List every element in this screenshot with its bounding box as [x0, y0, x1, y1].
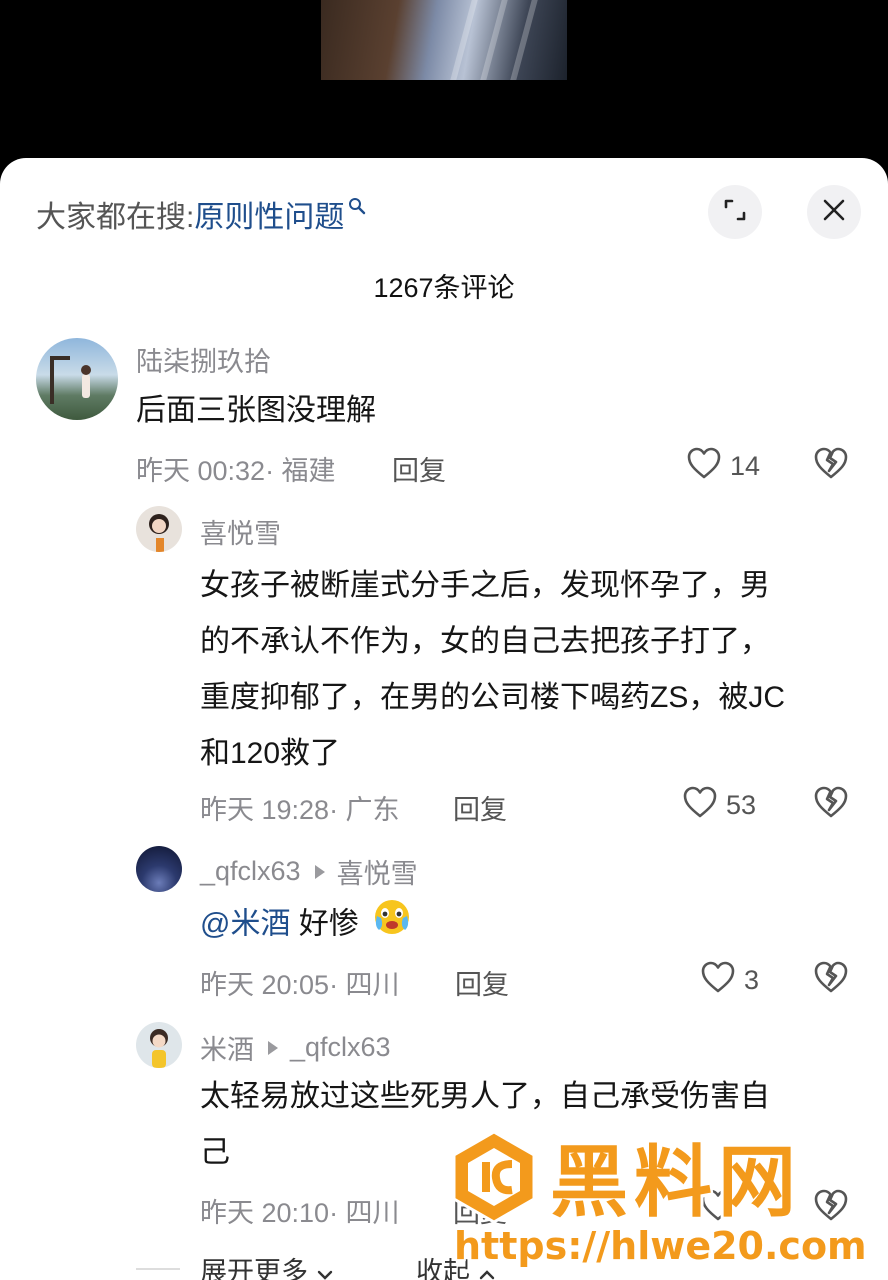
- reply-to-username[interactable]: _qfclx63: [290, 1032, 391, 1063]
- comment-text-line: 女孩子被断崖式分手之后，发现怀孕了，男: [200, 569, 770, 602]
- comment-text-line: 的不承认不作为，女的自己去把孩子打了，: [200, 625, 770, 658]
- like-button[interactable]: 14: [686, 446, 760, 487]
- replies-toggle-row: 展开更多 收起: [136, 1248, 886, 1280]
- comment-text-line: 太轻易放过这些死男人了，自己承受伤害自: [200, 1080, 770, 1113]
- comment-text: 后面三张图没理解: [136, 394, 376, 427]
- chevron-up-icon: [478, 1257, 496, 1280]
- like-button[interactable]: 53: [682, 785, 756, 826]
- expand-more-button[interactable]: 展开更多: [200, 1250, 334, 1280]
- video-player[interactable]: [0, 0, 888, 175]
- like-button[interactable]: [700, 1188, 736, 1229]
- comment-username[interactable]: 米酒: [200, 1028, 254, 1067]
- search-icon: [348, 189, 366, 223]
- avatar[interactable]: [136, 1022, 182, 1068]
- comment-username[interactable]: 陆柒捌玖拾: [136, 340, 271, 379]
- avatar[interactable]: [36, 338, 118, 420]
- comment-username[interactable]: _qfclx63: [200, 856, 301, 887]
- trending-search-prefix: 大家都在搜:: [36, 201, 195, 234]
- comment-text-line: 重度抑郁了，在男的公司楼下喝药ZS，被JC: [200, 681, 785, 714]
- comment-username[interactable]: 喜悦雪: [200, 512, 281, 551]
- collapse-label: 收起: [416, 1257, 470, 1280]
- comment-text-line: 和120救了: [200, 737, 341, 770]
- reply-to-username[interactable]: 喜悦雪: [337, 852, 418, 891]
- video-frame: [321, 0, 567, 80]
- comments-sheet: 大家都在搜: 原则性问题 1267条评论 陆柒捌玖拾 后面三张图没理解 昨天 0…: [0, 158, 888, 1280]
- avatar[interactable]: [136, 846, 182, 892]
- broken-heart-icon: [812, 786, 850, 823]
- comment-text-line: 己: [200, 1136, 230, 1169]
- dislike-button[interactable]: [812, 785, 850, 824]
- comment-meta: 昨天 20:10· 四川: [200, 1198, 400, 1228]
- dislike-button[interactable]: [812, 1188, 850, 1227]
- heart-icon: [700, 960, 736, 1001]
- chevron-down-icon: [316, 1257, 334, 1280]
- reply-button[interactable]: 回复: [453, 1191, 507, 1230]
- mention-link[interactable]: @米酒: [200, 907, 290, 940]
- trending-search[interactable]: 大家都在搜: 原则性问题: [36, 192, 366, 236]
- like-count: 53: [726, 790, 757, 820]
- broken-heart-icon: [812, 447, 850, 484]
- crying-emoji-icon: [371, 896, 413, 955]
- dislike-button[interactable]: [812, 960, 850, 999]
- close-icon: [821, 197, 847, 228]
- broken-heart-icon: [812, 961, 850, 998]
- comment-text: 好惨: [298, 907, 359, 941]
- comment-meta: 昨天 19:28· 广东: [200, 795, 400, 825]
- heart-icon: [682, 785, 718, 826]
- expand-button[interactable]: [708, 185, 762, 239]
- collapse-button[interactable]: 收起: [416, 1250, 496, 1280]
- comment-username-row: 米酒 _qfclx63: [200, 1028, 391, 1067]
- avatar[interactable]: [136, 506, 182, 552]
- expand-more-label: 展开更多: [200, 1257, 308, 1280]
- reply-arrow-icon: [314, 864, 325, 879]
- comment-meta: 昨天 20:05· 四川: [200, 970, 400, 1000]
- comment-meta: 昨天 00:32· 福建: [136, 456, 336, 486]
- heart-icon: [700, 1188, 736, 1229]
- trending-search-term[interactable]: 原则性问题: [194, 192, 344, 236]
- heart-icon: [686, 446, 722, 487]
- comment-count: 1267条评论: [373, 273, 515, 303]
- divider: [136, 1268, 180, 1270]
- broken-heart-icon: [812, 1189, 850, 1226]
- close-button[interactable]: [807, 185, 861, 239]
- comment-username-row: _qfclx63 喜悦雪: [200, 852, 418, 891]
- like-count: 3: [744, 965, 760, 995]
- reply-button[interactable]: 回复: [453, 788, 507, 827]
- reply-button[interactable]: 回复: [455, 963, 509, 1002]
- comment-text-row: @米酒 好惨: [200, 896, 413, 955]
- dislike-button[interactable]: [812, 446, 850, 485]
- reply-arrow-icon: [268, 1040, 278, 1055]
- reply-button[interactable]: 回复: [392, 449, 446, 488]
- like-button[interactable]: 3: [700, 960, 759, 1001]
- expand-icon: [722, 197, 748, 228]
- like-count: 14: [730, 451, 761, 481]
